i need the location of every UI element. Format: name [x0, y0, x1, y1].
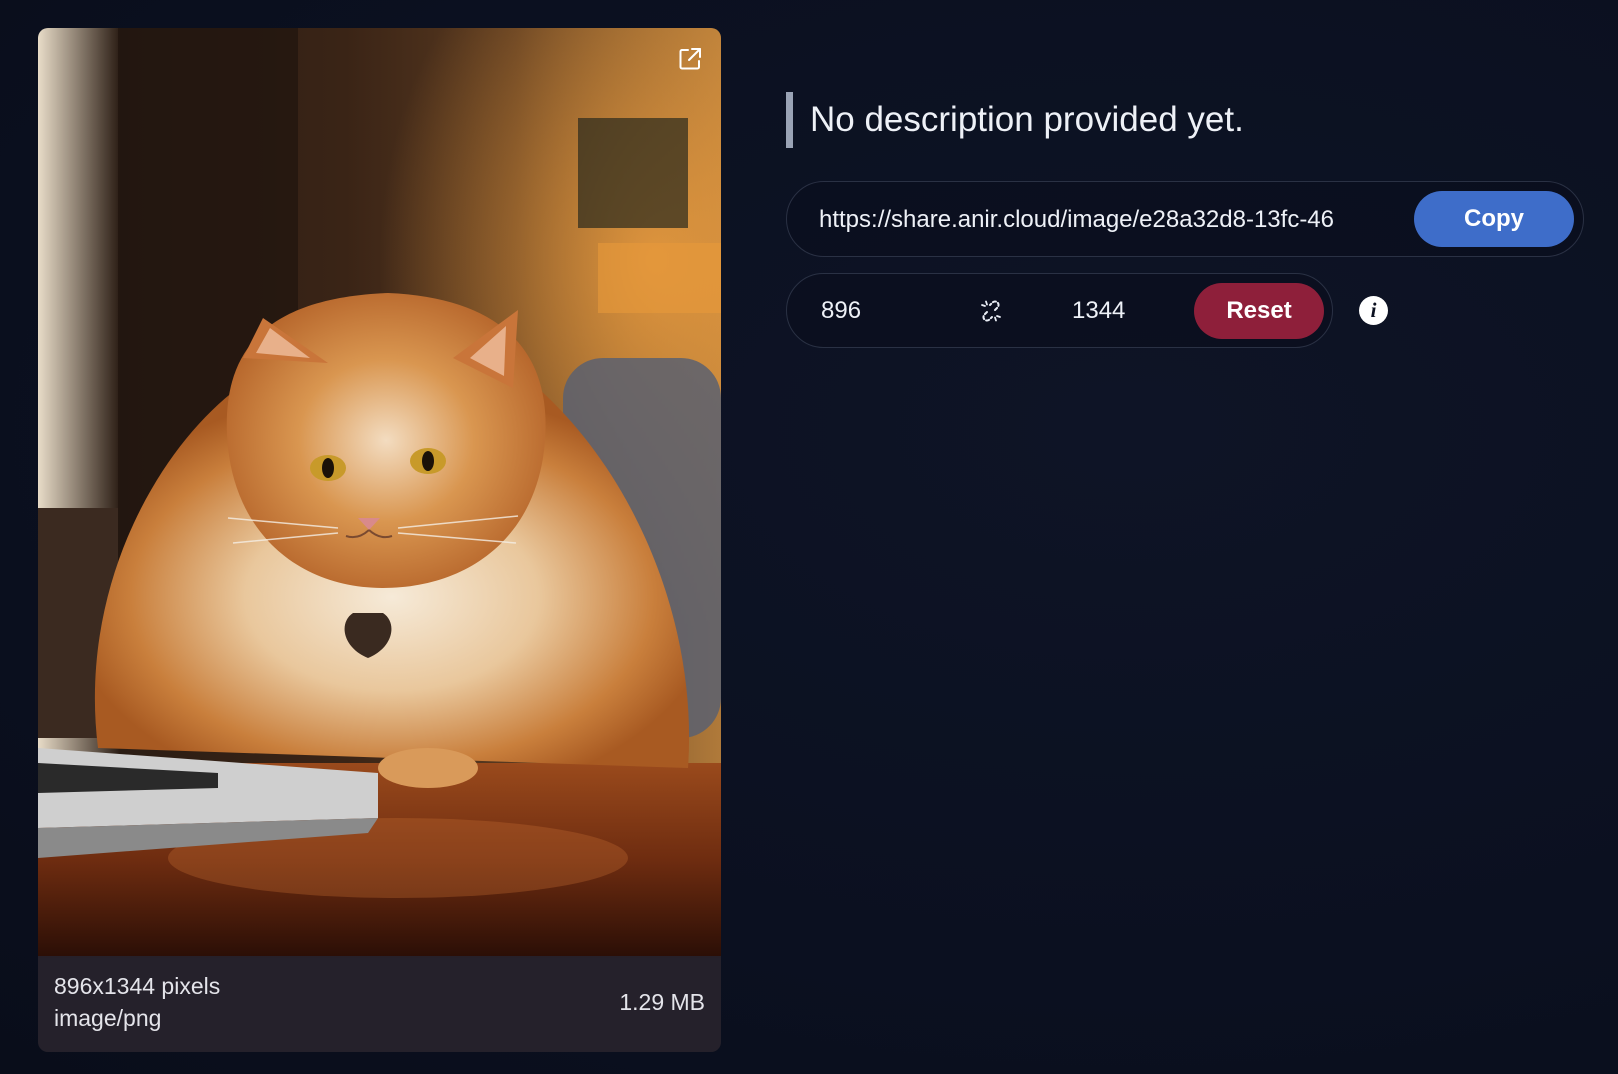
- copy-button[interactable]: Copy: [1414, 191, 1574, 247]
- image-description[interactable]: No description provided yet.: [786, 92, 1244, 148]
- external-link-icon: [679, 48, 701, 70]
- image-meta-left: 896x1344 pixels image/png: [54, 970, 220, 1034]
- height-input[interactable]: [1072, 293, 1182, 329]
- reset-button[interactable]: Reset: [1194, 283, 1324, 339]
- share-url-input[interactable]: [819, 202, 1387, 238]
- image-meta-footer: 896x1344 pixels image/png 1.29 MB: [38, 956, 721, 1052]
- image-file-size: 1.29 MB: [619, 989, 705, 1015]
- open-in-new-tab-button[interactable]: [675, 44, 705, 74]
- image-mime-type: image/png: [54, 1005, 162, 1031]
- image-card: 896x1344 pixels image/png 1.29 MB: [38, 28, 721, 1052]
- share-url-bar: Copy: [786, 181, 1584, 257]
- aspect-ratio-toggle[interactable]: [976, 296, 1006, 326]
- width-input[interactable]: [821, 293, 941, 329]
- cat-photo: [38, 28, 721, 958]
- unlink-icon: [981, 300, 1001, 322]
- image-detail-page: 896x1344 pixels image/png 1.29 MB No des…: [0, 0, 1618, 1074]
- resize-bar: Reset: [786, 273, 1333, 348]
- image-dimensions: 896x1344 pixels: [54, 973, 221, 999]
- info-icon[interactable]: i: [1359, 296, 1388, 325]
